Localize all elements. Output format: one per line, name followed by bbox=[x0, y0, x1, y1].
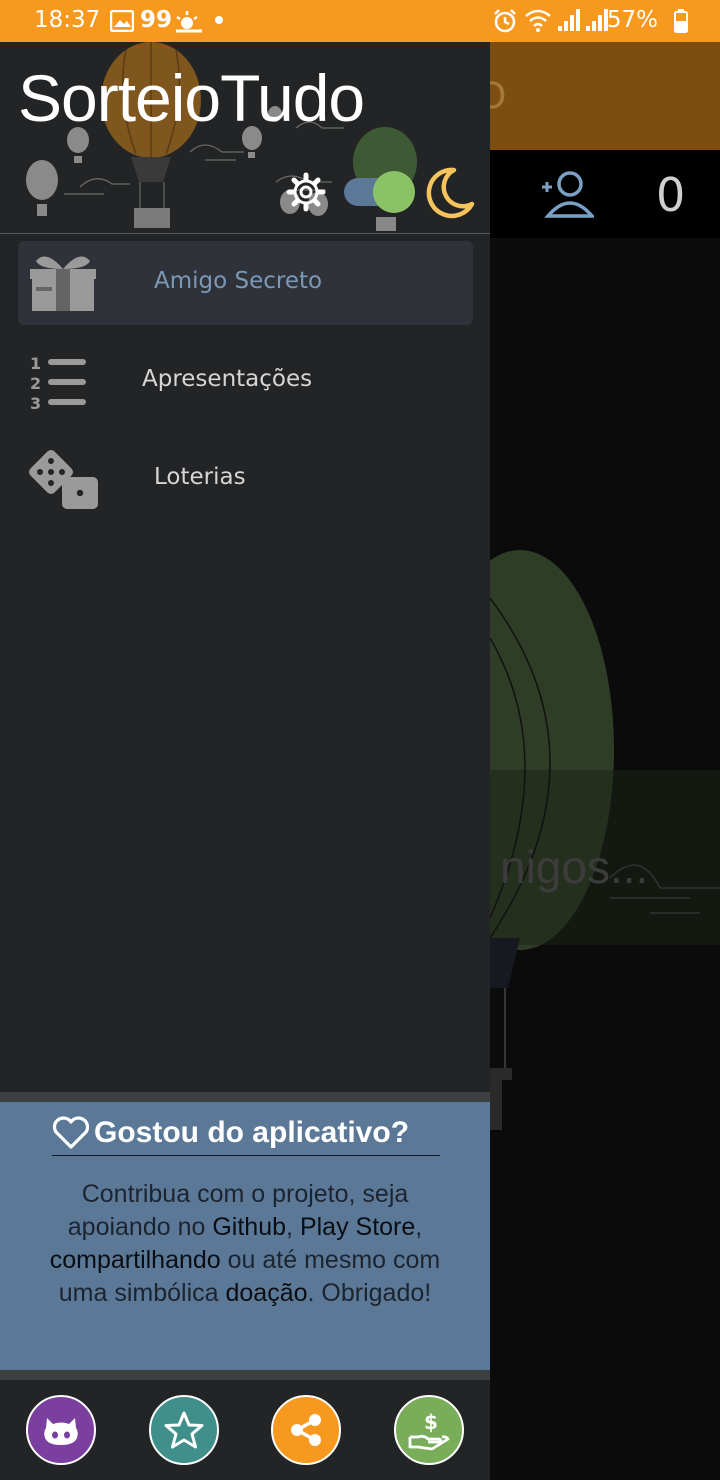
support-text-playstore: Play Store bbox=[299, 1213, 416, 1241]
image-icon bbox=[110, 10, 134, 32]
rate-button[interactable] bbox=[149, 1395, 219, 1465]
add-person-icon[interactable] bbox=[540, 170, 594, 220]
share-button[interactable] bbox=[271, 1395, 341, 1465]
support-text-github: Github bbox=[212, 1213, 287, 1241]
support-title: Gostou do aplicativo? bbox=[52, 1110, 440, 1156]
nav-item-label: Apresentações bbox=[142, 366, 313, 392]
alarm-icon bbox=[494, 9, 516, 33]
svg-text:3: 3 bbox=[30, 394, 41, 411]
donate-button[interactable]: $ bbox=[394, 1395, 464, 1465]
moon-icon bbox=[426, 167, 475, 219]
share-icon bbox=[291, 1414, 321, 1446]
support-text-part: , bbox=[415, 1213, 423, 1241]
star-icon bbox=[164, 1411, 204, 1449]
svg-text:2: 2 bbox=[30, 374, 41, 393]
support-text-share: compartilhando bbox=[49, 1246, 221, 1274]
theme-toggle[interactable] bbox=[342, 170, 418, 214]
nav-item-apresentacoes[interactable]: 1 2 3 Apresentações bbox=[18, 339, 473, 423]
support-title-text: Gostou do aplicativo? bbox=[94, 1115, 410, 1149]
support-text-part: . Obrigado! bbox=[307, 1279, 432, 1307]
signal-icon bbox=[586, 9, 608, 31]
sun-cloud-icon bbox=[176, 11, 202, 33]
dot-icon bbox=[215, 16, 223, 24]
status-bar: 18:37 99 57% bbox=[0, 0, 720, 42]
participant-count: 0 bbox=[656, 168, 686, 222]
gift-icon bbox=[30, 256, 96, 311]
status-time: 18:37 bbox=[34, 7, 101, 33]
github-icon bbox=[44, 1418, 78, 1445]
screen: 18:37 99 57% O 0 nigos... SorteioTudo Am… bbox=[0, 0, 720, 1480]
nav-item-label: Loterias bbox=[154, 464, 246, 490]
numbered-list-icon: 1 2 3 bbox=[30, 354, 86, 411]
divider bbox=[0, 1370, 490, 1380]
support-text-part: , bbox=[286, 1213, 300, 1241]
wifi-icon bbox=[525, 9, 551, 32]
battery-percent: 57% bbox=[606, 7, 658, 33]
dice-icon bbox=[29, 450, 98, 509]
github-button[interactable] bbox=[26, 1395, 96, 1465]
support-actions: $ bbox=[0, 1380, 490, 1480]
support-text-donation: doação bbox=[225, 1279, 308, 1307]
support-text: Contribua com o projeto, seja apoiando n… bbox=[30, 1178, 460, 1310]
gear-icon[interactable] bbox=[284, 170, 328, 214]
battery-icon bbox=[674, 9, 688, 33]
support-card: Gostou do aplicativo? Contribua com o pr… bbox=[0, 1102, 490, 1370]
notification-count: 99 bbox=[140, 7, 173, 33]
app-title: SorteioTudo bbox=[18, 61, 365, 135]
svg-text:1: 1 bbox=[30, 354, 41, 373]
nav-item-loterias[interactable]: Loterias bbox=[18, 437, 473, 521]
drawer-header: SorteioTudo bbox=[0, 42, 490, 234]
navigation-drawer: SorteioTudo Amigo Secreto 1 2 3 Apresent… bbox=[0, 42, 490, 1480]
donate-icon: $ bbox=[408, 1410, 450, 1451]
heart-icon bbox=[52, 1115, 90, 1149]
divider bbox=[0, 1092, 490, 1102]
signal-icon bbox=[558, 9, 580, 31]
nav-item-label: Amigo Secreto bbox=[154, 268, 323, 294]
nav-item-amigo-secreto[interactable]: Amigo Secreto bbox=[18, 241, 473, 325]
svg-text:$: $ bbox=[424, 1410, 438, 1434]
name-input-placeholder: nigos... bbox=[500, 841, 649, 893]
